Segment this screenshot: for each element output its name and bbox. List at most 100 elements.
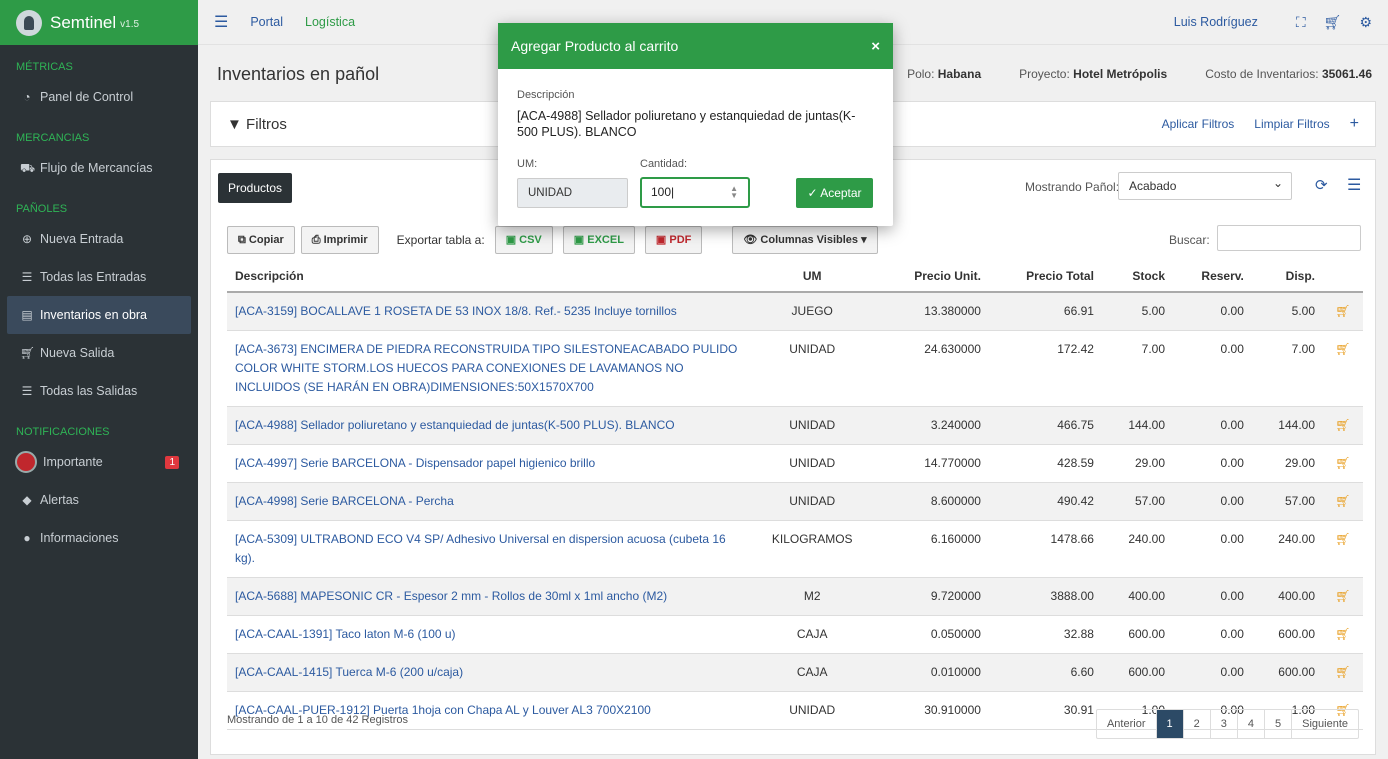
cantidad-input[interactable]: 100| ▲ ▼ (640, 177, 750, 208)
add-to-cart-icon[interactable]: 🛒︎ (1323, 520, 1363, 578)
cell-descripcion[interactable]: [ACA-4998] Serie BARCELONA - Percha (227, 482, 747, 521)
cell-disp: 5.00 (1251, 292, 1323, 331)
cell-descripcion[interactable]: [ACA-5309] ULTRABOND ECO V4 SP/ Adhesivo… (227, 520, 747, 578)
cell-descripcion[interactable]: [ACA-CAAL-1415] Tuerca M-6 (200 u/caja) (227, 653, 747, 692)
cell-disp: 600.00 (1251, 615, 1323, 654)
cell-um: CAJA (747, 653, 878, 692)
sidebar-item-informaciones[interactable]: ● Informaciones (0, 519, 191, 557)
refresh-icon[interactable]: ⟳ (1315, 176, 1328, 194)
col-precio-unit[interactable]: Precio Unit. (877, 260, 989, 293)
page-1[interactable]: 1 (1155, 710, 1183, 738)
apply-filters-button[interactable]: Aplicar Filtros (1162, 117, 1235, 131)
cell-um: UNIDAD (747, 330, 878, 407)
close-icon[interactable]: × (871, 38, 880, 55)
search-input[interactable] (1217, 225, 1361, 251)
col-um[interactable]: UM (747, 260, 878, 293)
col-descripcion[interactable]: Descripción (227, 260, 747, 293)
hamburger-icon[interactable]: ☰ (214, 12, 228, 32)
cell-descripcion[interactable]: [ACA-3673] ENCIMERA DE PIEDRA RECONSTRUI… (227, 330, 747, 407)
sidebar-item-importante[interactable]: Importante 1 (0, 443, 191, 481)
nav-link-logistica[interactable]: Logística (305, 15, 355, 29)
sidebar-item-nueva-salida[interactable]: 🛒︎ Nueva Salida (0, 334, 191, 372)
add-to-cart-icon[interactable]: 🛒︎ (1323, 292, 1363, 331)
section-metricas: MÉTRICAS (16, 61, 73, 73)
cell-reserv: 0.00 (1173, 615, 1252, 654)
pdf-button[interactable]: ▣ PDF (644, 226, 703, 254)
add-to-cart-icon[interactable]: 🛒︎ (1323, 615, 1363, 654)
search-label: Buscar: (1169, 233, 1210, 247)
cantidad-value: 100 (651, 185, 672, 199)
visible-columns-button[interactable]: 👁︎ Columnas Visibles ▾ (732, 226, 878, 254)
add-to-cart-modal: Agregar Producto al carrito × Descripció… (498, 23, 893, 226)
cell-descripcion[interactable]: [ACA-4997] Serie BARCELONA - Dispensador… (227, 444, 747, 483)
cell-precio-total: 428.59 (988, 444, 1102, 483)
sidebar-item-todas-entradas[interactable]: ☰ Todas las Entradas (0, 258, 191, 296)
add-to-cart-icon[interactable]: 🛒︎ (1323, 577, 1363, 616)
excel-button[interactable]: ▣ EXCEL (562, 226, 635, 254)
cell-precio-unit: 24.630000 (877, 330, 989, 407)
cell-stock: 600.00 (1101, 653, 1174, 692)
cell-precio-total: 6.60 (988, 653, 1102, 692)
cell-descripcion[interactable]: [ACA-5688] MAPESONIC CR - Espesor 2 mm -… (227, 577, 747, 616)
sidebar-item-nueva-entrada[interactable]: ⊕ Nueva Entrada (0, 220, 191, 258)
page-next[interactable]: Siguiente (1291, 710, 1358, 738)
cell-um: M2 (747, 577, 878, 616)
add-to-cart-icon[interactable]: 🛒︎ (1323, 482, 1363, 521)
accept-button[interactable]: ✓ Aceptar (796, 178, 873, 208)
nav-link-portal[interactable]: Portal (250, 15, 283, 29)
cell-reserv: 0.00 (1173, 406, 1252, 445)
brand[interactable]: Semtinel v1.5 (0, 0, 198, 45)
sidebar-item-inventarios[interactable]: ▤ Inventarios en obra (7, 296, 191, 334)
add-to-cart-icon[interactable]: 🛒︎ (1323, 444, 1363, 483)
user-name[interactable]: Luis Rodríguez (1174, 15, 1258, 29)
cell-descripcion[interactable]: [ACA-4988] Sellador poliuretano y estanq… (227, 406, 747, 445)
col-precio-total[interactable]: Precio Total (988, 260, 1102, 293)
section-panoles: PAÑOLES (16, 203, 68, 215)
page-4[interactable]: 4 (1236, 710, 1264, 738)
diamond-icon: ◆ (22, 493, 32, 507)
cell-um: KILOGRAMOS (747, 520, 878, 578)
page-2[interactable]: 2 (1182, 710, 1210, 738)
panol-select[interactable]: Acabado (1118, 170, 1292, 200)
page-3[interactable]: 3 (1209, 710, 1237, 738)
fullscreen-icon[interactable]: ⛶ (1296, 14, 1306, 31)
cell-descripcion[interactable]: [ACA-CAAL-1391] Taco laton M-6 (100 u) (227, 615, 747, 654)
cell-precio-total: 3888.00 (988, 577, 1102, 616)
sidebar-item-todas-salidas[interactable]: ☰ Todas las Salidas (0, 372, 191, 410)
section-mercancias: MERCANCIAS (16, 132, 90, 144)
products-button[interactable]: Productos (218, 173, 293, 203)
page-title: Inventarios en pañol (217, 64, 380, 84)
filters-title: ▼ Filtros (227, 115, 287, 133)
col-disp[interactable]: Disp. (1251, 260, 1323, 293)
sidebar-item-alertas[interactable]: ◆ Alertas (0, 481, 191, 519)
menu-icon[interactable]: ☰ (1347, 175, 1361, 195)
sidebar-item-label: Nueva Salida (40, 346, 115, 360)
cell-descripcion[interactable]: [ACA-3159] BOCALLAVE 1 ROSETA DE 53 INOX… (227, 292, 747, 331)
brand-version: v1.5 (120, 19, 140, 30)
stepper-icon[interactable]: ▲ ▼ (730, 185, 738, 200)
cell-disp: 240.00 (1251, 520, 1323, 578)
sidebar-item-panel-control[interactable]: ◔ Panel de Control (0, 78, 191, 116)
cell-um: JUEGO (747, 292, 878, 331)
add-to-cart-icon[interactable]: 🛒︎ (1323, 653, 1363, 692)
clear-filters-button[interactable]: Limpiar Filtros (1254, 117, 1329, 131)
page-prev[interactable]: Anterior (1097, 710, 1156, 738)
add-to-cart-icon[interactable]: 🛒︎ (1323, 330, 1363, 407)
cell-reserv: 0.00 (1173, 577, 1252, 616)
col-stock[interactable]: Stock (1101, 260, 1174, 293)
sidebar-item-flujo[interactable]: ⛟ Flujo de Mercancías (0, 149, 191, 187)
print-button[interactable]: ⎙ Imprimir (300, 226, 379, 254)
col-reserv[interactable]: Reserv. (1173, 260, 1252, 293)
copy-button[interactable]: ⧉ Copiar (227, 226, 295, 254)
cart-icon[interactable]: 🛒︎ (1324, 14, 1342, 31)
expand-filters-icon[interactable]: + (1350, 115, 1359, 133)
cell-precio-unit: 0.010000 (877, 653, 989, 692)
modal-title: Agregar Producto al carrito (511, 38, 679, 54)
table-row: [ACA-4988] Sellador poliuretano y estanq… (227, 406, 1363, 445)
brand-name: Semtinel (50, 12, 117, 32)
add-to-cart-icon[interactable]: 🛒︎ (1323, 406, 1363, 445)
page-5[interactable]: 5 (1264, 710, 1291, 738)
gear-icon[interactable]: ⚙ (1359, 14, 1372, 31)
csv-button[interactable]: ▣ CSV (494, 226, 553, 254)
polo-info: Polo: Habana (907, 67, 982, 81)
